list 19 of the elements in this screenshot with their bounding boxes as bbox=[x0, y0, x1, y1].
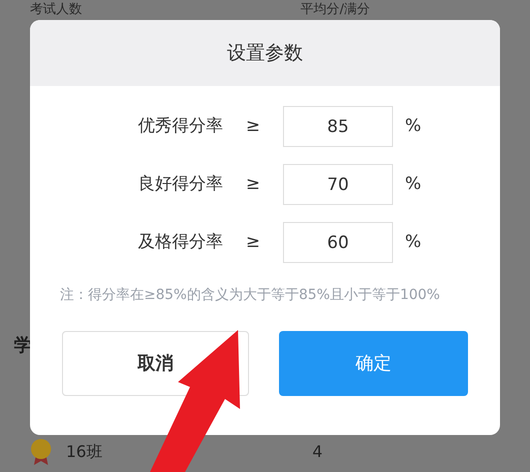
unit-label: % bbox=[405, 114, 422, 138]
input-field[interactable]: 60 bbox=[283, 222, 393, 263]
operator-sign: ≥ bbox=[244, 172, 262, 196]
param-label: 良好得分率 bbox=[137, 172, 223, 196]
operator-sign: ≥ bbox=[244, 230, 262, 254]
note-text: 注：得分率在≥85%的含义为大于等于85%且小于等于100% bbox=[59, 286, 441, 305]
class-name: 16班 bbox=[66, 441, 102, 463]
dialog-title: 设置参数 bbox=[227, 40, 303, 66]
unit-label: % bbox=[405, 172, 422, 196]
input-field[interactable]: 85 bbox=[283, 106, 393, 147]
operator-sign: ≥ bbox=[244, 114, 262, 138]
unit-label: % bbox=[405, 230, 422, 254]
input-field[interactable]: 70 bbox=[283, 164, 393, 205]
column-heading: 平均分/满分 bbox=[300, 2, 370, 18]
param-label: 优秀得分率 bbox=[137, 114, 223, 138]
medal-icon bbox=[30, 439, 52, 465]
column-heading: 考试人数 bbox=[30, 2, 82, 18]
student-count: 4 bbox=[312, 441, 323, 463]
param-label: 及格得分率 bbox=[137, 230, 223, 254]
